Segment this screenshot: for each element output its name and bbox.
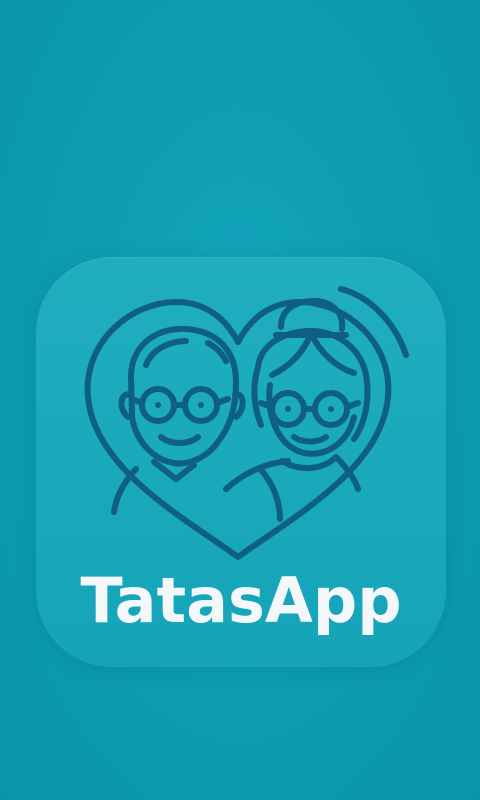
app-name: TatasApp <box>80 564 402 637</box>
app-icon-tile: TatasApp <box>36 257 446 667</box>
splash-screen: TatasApp <box>0 0 480 800</box>
